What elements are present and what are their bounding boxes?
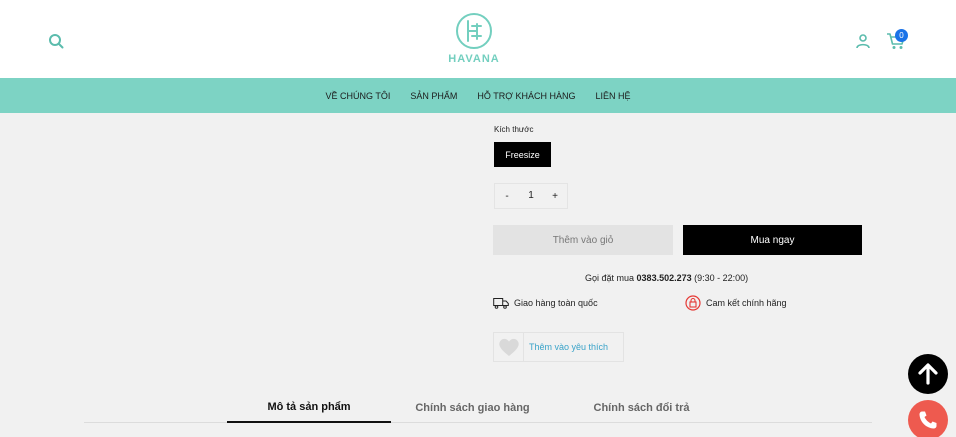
havana-logo[interactable]: HAVANA bbox=[444, 12, 504, 70]
tab-shipping-policy[interactable]: Chính sách giao hàng bbox=[400, 392, 545, 423]
heart-icon bbox=[498, 338, 519, 356]
wishlist-button[interactable]: Thêm vào yêu thích bbox=[493, 332, 624, 362]
truck-icon bbox=[493, 298, 509, 309]
quantity-stepper: - 1 + bbox=[494, 183, 568, 209]
scroll-to-top-button[interactable] bbox=[908, 354, 948, 394]
hotline-hours: (9:30 - 22:00) bbox=[694, 273, 749, 283]
logo-text: HAVANA bbox=[448, 53, 500, 65]
feature-shipping-label: Giao hàng toàn quốc bbox=[514, 298, 598, 308]
hotline-prefix: Gọi đặt mua bbox=[585, 273, 635, 283]
hotline-text: Gọi đặt mua 0383.502.273 (9:30 - 22:00) bbox=[585, 273, 748, 283]
cart-count-badge: 0 bbox=[895, 29, 908, 42]
tab-return-policy[interactable]: Chính sách đổi trả bbox=[574, 392, 709, 423]
user-icon[interactable] bbox=[855, 33, 871, 49]
phone-icon bbox=[919, 411, 937, 429]
heart-icon-box bbox=[494, 333, 524, 361]
feature-genuine-label: Cam kết chính hãng bbox=[706, 298, 787, 308]
add-to-cart-button[interactable]: Thêm vào giỏ bbox=[493, 225, 673, 255]
qty-value[interactable]: 1 bbox=[519, 184, 543, 208]
buy-now-button[interactable]: Mua ngay bbox=[683, 225, 862, 255]
arrow-up-icon bbox=[918, 363, 938, 385]
call-button[interactable] bbox=[908, 400, 948, 437]
tab-description[interactable]: Mô tả sản phẩm bbox=[227, 392, 391, 423]
wishlist-label: Thêm vào yêu thích bbox=[529, 342, 609, 352]
nav-item-products[interactable]: SẢN PHẨM bbox=[410, 91, 457, 101]
nav-item-support[interactable]: HỖ TRỢ KHÁCH HÀNG bbox=[477, 91, 575, 101]
genuine-lock-icon bbox=[685, 295, 701, 311]
qty-plus-button[interactable]: + bbox=[543, 184, 567, 208]
hotline-number[interactable]: 0383.502.273 bbox=[637, 273, 692, 283]
logo-mark-icon bbox=[456, 13, 492, 49]
nav-item-contact[interactable]: LIÊN HỆ bbox=[595, 91, 630, 101]
main-nav: VỀ CHÚNG TÔI SẢN PHẨM HỖ TRỢ KHÁCH HÀNG … bbox=[0, 78, 956, 113]
qty-minus-button[interactable]: - bbox=[495, 184, 519, 208]
size-label: Kích thước bbox=[494, 125, 534, 134]
search-icon[interactable] bbox=[48, 33, 64, 49]
nav-item-about[interactable]: VỀ CHÚNG TÔI bbox=[326, 91, 391, 101]
size-option-button[interactable]: Freesize bbox=[494, 142, 551, 167]
site-header: HAVANA 0 bbox=[0, 0, 956, 78]
product-tabs: Mô tả sản phẩm Chính sách giao hàng Chín… bbox=[84, 392, 872, 423]
feature-genuine: Cam kết chính hãng bbox=[685, 295, 787, 311]
feature-shipping: Giao hàng toàn quốc bbox=[493, 297, 598, 309]
